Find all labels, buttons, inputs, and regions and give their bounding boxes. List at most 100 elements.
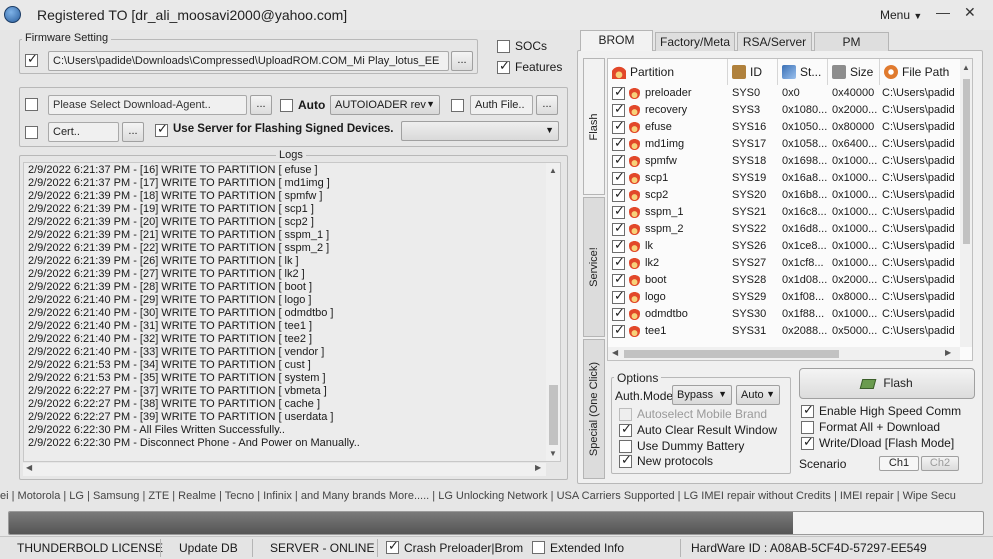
server-select[interactable]: ▼ xyxy=(401,121,559,141)
row-checkbox[interactable] xyxy=(612,170,625,185)
table-row[interactable]: lk2 SYS27 0x1cf8... 0x1000... C:\Users\padid xyxy=(608,255,960,272)
row-checkbox[interactable] xyxy=(612,136,625,151)
row-checkbox[interactable] xyxy=(612,119,625,134)
row-checkbox[interactable] xyxy=(612,85,625,100)
loader-select[interactable]: AUTOIOADER rev ▼ xyxy=(330,95,440,115)
col-header-id[interactable]: ID xyxy=(728,59,778,85)
vtab-special-one-click[interactable]: Special (One Click) xyxy=(583,339,605,479)
high-speed-checkbox[interactable] xyxy=(801,403,814,418)
logs-scroll-thumb[interactable] xyxy=(549,385,558,445)
partition-vertical-scrollbar[interactable]: ▲ xyxy=(960,59,972,347)
download-agent-field[interactable]: Please Select Download-Agent.. xyxy=(48,95,247,115)
table-row[interactable]: spmfw SYS18 0x1698... 0x1000... C:\Users\pad… xyxy=(608,153,960,170)
tab-factory-meta[interactable]: Factory/Meta xyxy=(655,32,735,51)
scroll-left-arrow-icon[interactable]: ◀ xyxy=(612,348,618,357)
status-bar: THUNDERBOLD LICENSE Update DB SERVER - O… xyxy=(0,536,993,559)
firmware-checkbox[interactable] xyxy=(25,52,38,67)
table-row[interactable]: boot SYS28 0x1d08... 0x2000... C:\Users\padi… xyxy=(608,272,960,289)
partition-horizontal-scrollbar[interactable]: ◀ ▶ xyxy=(608,347,960,360)
row-checkbox[interactable] xyxy=(612,323,625,338)
tab-rsa-server[interactable]: RSA/Server xyxy=(737,32,812,51)
auto-mode-select[interactable]: Auto ▼ xyxy=(736,385,780,405)
table-row[interactable]: lk SYS26 0x1ce8... 0x1000... C:\Users\padid xyxy=(608,238,960,255)
minimize-button[interactable]: — xyxy=(936,4,950,20)
da-browse-button[interactable]: ... xyxy=(250,95,272,115)
table-row[interactable]: scp1 SYS19 0x16a8... 0x1000... C:\Users\padi… xyxy=(608,170,960,187)
partition-hscroll-thumb[interactable] xyxy=(624,350,839,358)
table-row[interactable]: tee1 SYS31 0x2088... 0x5000... C:\Users\padi… xyxy=(608,323,960,340)
row-checkbox[interactable] xyxy=(612,289,625,304)
scroll-up-arrow-icon[interactable]: ▲ xyxy=(549,166,557,175)
auth-checkbox[interactable] xyxy=(451,99,464,112)
table-row[interactable]: scp2 SYS20 0x16b8... 0x1000... C:\Users\padi… xyxy=(608,187,960,204)
auth-mode-select[interactable]: Bypass ▼ xyxy=(672,385,732,405)
row-checkbox[interactable] xyxy=(612,187,625,202)
auth-file-field[interactable]: Auth File.. xyxy=(470,95,533,115)
close-button[interactable]: ✕ xyxy=(964,4,976,21)
col-header-start[interactable]: St... xyxy=(778,59,828,85)
logs-vertical-scrollbar[interactable]: ▲ ▼ xyxy=(546,163,560,461)
use-server-checkbox[interactable] xyxy=(155,122,168,137)
format-all-checkbox[interactable] xyxy=(801,421,814,434)
row-checkbox[interactable] xyxy=(612,306,625,321)
scroll-left-arrow-icon[interactable]: ◀ xyxy=(26,463,32,472)
col-header-file-path[interactable]: File Path xyxy=(880,59,960,85)
dummy-battery-checkbox[interactable] xyxy=(619,440,632,453)
table-row[interactable]: logo SYS29 0x1f08... 0x8000... C:\Users\padi… xyxy=(608,289,960,306)
socs-checkbox[interactable] xyxy=(497,40,510,53)
auth-browse-button[interactable]: ... xyxy=(536,95,558,115)
table-row[interactable]: efuse SYS16 0x1050... 0x80000 C:\Users\padid xyxy=(608,119,960,136)
row-checkbox[interactable] xyxy=(612,238,625,253)
new-protocols-checkbox[interactable] xyxy=(619,453,632,468)
auto-checkbox[interactable] xyxy=(280,99,293,112)
table-row[interactable]: sspm_2 SYS22 0x16d8... 0x1000... C:\Users\pa… xyxy=(608,221,960,238)
table-row[interactable]: md1img SYS17 0x1058... 0x6400... C:\Users\pa… xyxy=(608,136,960,153)
row-checkbox[interactable] xyxy=(612,255,625,270)
cell-start: 0x16c8... xyxy=(782,206,827,218)
vtab-service[interactable]: Service! xyxy=(583,197,605,337)
row-checkbox[interactable] xyxy=(612,153,625,168)
extended-info-checkbox[interactable] xyxy=(532,541,545,554)
firmware-path-field[interactable]: C:\Users\padide\Downloads\Compressed\Upl… xyxy=(48,51,449,71)
flash-button[interactable]: Flash xyxy=(799,368,975,399)
tab-brom[interactable]: BROM xyxy=(580,30,653,51)
scroll-up-arrow-icon[interactable]: ▲ xyxy=(962,63,970,72)
col-header-start-label: St... xyxy=(800,65,822,79)
cert-checkbox[interactable] xyxy=(25,126,38,139)
auto-clear-checkbox[interactable] xyxy=(619,422,632,437)
col-header-partition[interactable]: Partition xyxy=(608,59,728,85)
channel-2-button[interactable]: Ch2 xyxy=(921,456,959,471)
table-row[interactable]: odmdtbo SYS30 0x1f88... 0x1000... C:\Users\p… xyxy=(608,306,960,323)
table-row[interactable]: preloader SYS0 0x0 0x40000 C:\Users\padid xyxy=(608,85,960,102)
scroll-right-arrow-icon[interactable]: ▶ xyxy=(945,348,951,357)
logs-area[interactable]: 2/9/2022 6:21:37 PM - [16] WRITE TO PART… xyxy=(23,162,561,462)
cert-browse-button[interactable]: ... xyxy=(122,122,144,142)
cell-size: 0x1000... xyxy=(832,240,878,252)
firmware-browse-button[interactable]: ... xyxy=(451,51,473,71)
logs-horizontal-scrollbar[interactable]: ◀ ▶ xyxy=(23,463,546,476)
row-checkbox[interactable] xyxy=(612,272,625,287)
row-checkbox[interactable] xyxy=(612,221,625,236)
table-row[interactable]: sspm_1 SYS21 0x16c8... 0x1000... C:\Users\pa… xyxy=(608,204,960,221)
autoselect-brand-checkbox[interactable] xyxy=(619,408,632,421)
features-checkbox[interactable] xyxy=(497,59,510,74)
menu-button[interactable]: Menu ▼ xyxy=(880,8,922,22)
row-checkbox[interactable] xyxy=(612,102,625,117)
channel-1-button[interactable]: Ch1 xyxy=(879,456,919,471)
row-checkbox[interactable] xyxy=(612,204,625,219)
log-line: 2/9/2022 6:22:30 PM - Disconnect Phone -… xyxy=(28,437,360,449)
scroll-right-arrow-icon[interactable]: ▶ xyxy=(535,463,541,472)
col-header-size[interactable]: Size xyxy=(828,59,880,85)
cert-field[interactable]: Cert.. xyxy=(48,122,119,142)
partition-scroll-thumb[interactable] xyxy=(963,79,970,244)
partition-table[interactable]: Partition ID St... Size File Path preloa… xyxy=(607,58,973,361)
table-row[interactable]: recovery SYS3 0x1080... 0x2000... C:\Users\p… xyxy=(608,102,960,119)
vtab-flash[interactable]: Flash xyxy=(583,58,605,195)
crash-preloader-checkbox[interactable] xyxy=(386,539,399,554)
tab-pm[interactable]: PM xyxy=(814,32,889,51)
update-db-button[interactable]: Update DB xyxy=(179,541,238,555)
write-dload-checkbox[interactable] xyxy=(801,435,814,450)
da-checkbox[interactable] xyxy=(25,98,38,111)
scroll-down-arrow-icon[interactable]: ▼ xyxy=(549,449,557,458)
partition-flame-icon xyxy=(629,273,640,286)
